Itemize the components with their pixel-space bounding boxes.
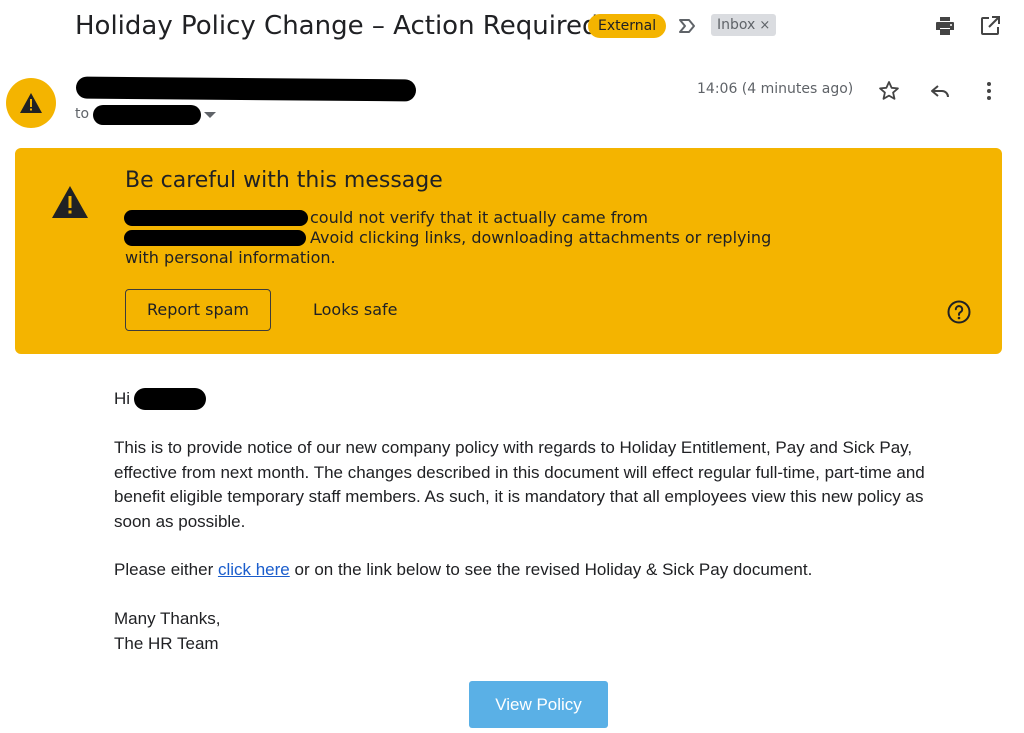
looks-safe-button[interactable]: Looks safe <box>300 289 411 331</box>
greeting-line: Hi <box>114 387 964 412</box>
help-icon[interactable] <box>946 299 972 325</box>
email-subject: Holiday Policy Change – Action Required <box>75 11 599 41</box>
greeting: Hi <box>114 389 131 408</box>
timestamp: 14:06 (4 minutes ago) <box>697 81 854 97</box>
sender-avatar <box>6 78 56 128</box>
warning-avatar-icon <box>20 93 42 113</box>
view-policy-button[interactable]: View Policy <box>469 681 608 728</box>
signoff: Many Thanks, The HR Team <box>114 607 964 656</box>
warning-icon <box>50 184 90 224</box>
redacted-recipient-name <box>134 388 206 410</box>
redacted-recipient <box>93 105 201 125</box>
star-icon[interactable] <box>875 77 903 105</box>
inbox-label-text: Inbox <box>717 17 756 33</box>
paragraph-2-start: Please either <box>114 560 218 579</box>
more-vert-icon[interactable] <box>975 77 1003 105</box>
body-paragraph-1: This is to provide notice of our new com… <box>114 438 925 531</box>
remove-label-icon[interactable]: × <box>759 18 770 33</box>
recipient-details-caret-icon[interactable] <box>204 112 216 118</box>
signoff-line-2: The HR Team <box>114 633 219 653</box>
recipient-to-label: to <box>75 106 90 122</box>
paragraph-2-end: or on the link below to see the revised … <box>289 560 813 579</box>
click-here-link[interactable]: click here <box>218 560 290 579</box>
open-in-new-window-icon[interactable] <box>976 12 1004 40</box>
external-badge: External <box>588 14 667 38</box>
report-spam-button[interactable]: Report spam <box>125 289 271 331</box>
warning-line-2: Avoid clicking links, downloading attach… <box>310 228 772 247</box>
inbox-label-chip: Inbox × <box>711 14 777 36</box>
warning-line-1: could not verify that it actually came f… <box>310 208 648 227</box>
signoff-line-1: Many Thanks, <box>114 609 221 628</box>
redacted-sender-domain-2 <box>124 230 306 246</box>
body-paragraph-2: Please either click here or on the link … <box>114 558 964 583</box>
print-icon[interactable] <box>931 12 959 40</box>
warning-line-3: with personal information. <box>125 248 336 267</box>
redacted-sender <box>75 76 417 102</box>
reply-icon[interactable] <box>926 77 954 105</box>
warning-title: Be careful with this message <box>125 168 443 193</box>
label-arrow-icon[interactable] <box>676 15 698 37</box>
redacted-sender-domain <box>124 210 308 226</box>
